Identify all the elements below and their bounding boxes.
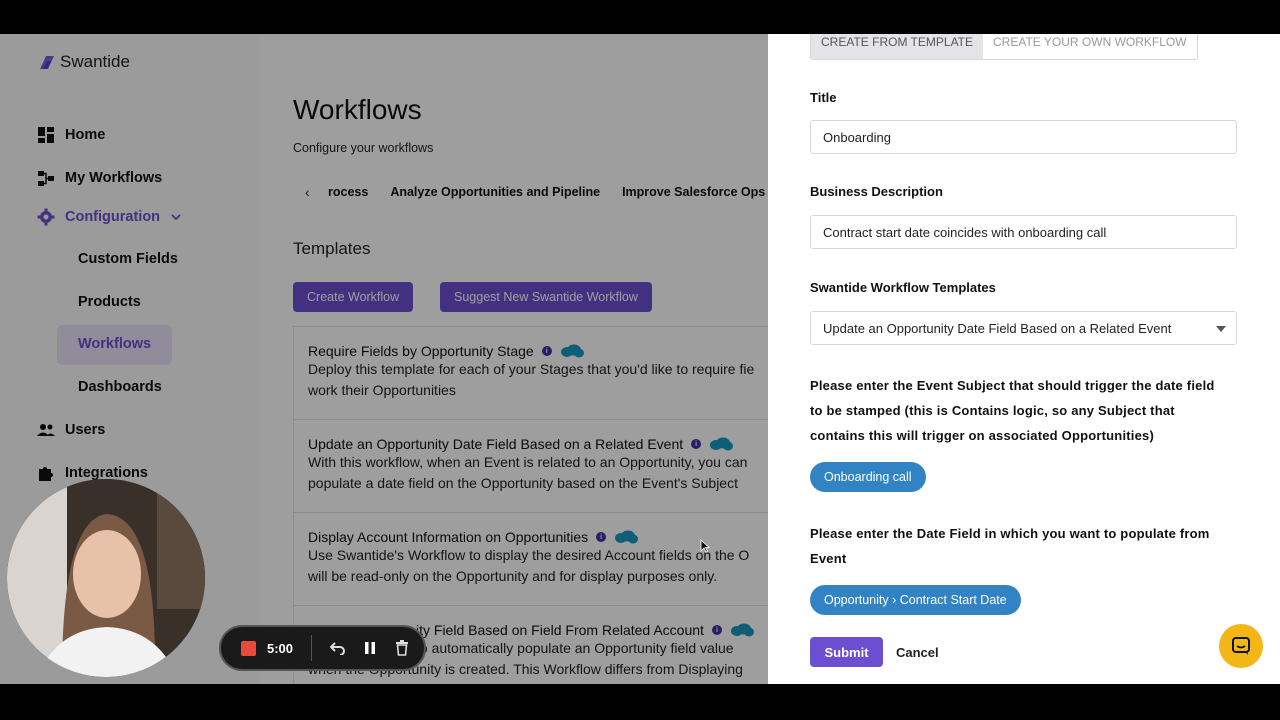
- pause-icon[interactable]: [354, 638, 386, 658]
- tab-create-from-template[interactable]: CREATE FROM TEMPLATE: [811, 34, 984, 59]
- divider: [311, 635, 312, 661]
- business-description-value: Contract start date coincides with onboa…: [823, 224, 1107, 240]
- undo-icon[interactable]: [322, 638, 354, 658]
- presenter-video: [7, 479, 205, 677]
- chat-bubble-icon: [1232, 637, 1250, 655]
- cancel-button[interactable]: Cancel: [896, 645, 939, 660]
- dropdown-arrow-icon: [1216, 326, 1226, 332]
- title-input-value: Onboarding: [823, 129, 891, 145]
- event-subject-chip[interactable]: Onboarding call: [810, 462, 926, 492]
- tab-create-your-own[interactable]: CREATE YOUR OWN WORKFLOW: [983, 34, 1197, 59]
- title-label: Title: [810, 90, 837, 105]
- recording-timer: 5:00: [267, 640, 294, 656]
- webcam-bubble[interactable]: [7, 479, 205, 677]
- letterbox-bottom: [0, 684, 1280, 720]
- date-field-prompt: Please enter the Date Field in which you…: [810, 526, 1210, 566]
- title-input[interactable]: Onboarding: [810, 120, 1237, 154]
- letterbox-top: [0, 0, 1280, 34]
- workflow-templates-label: Swantide Workflow Templates: [810, 280, 996, 295]
- workflow-template-select[interactable]: Update an Opportunity Date Field Based o…: [810, 311, 1237, 345]
- mouse-cursor-icon: [700, 539, 710, 553]
- record-stop-icon[interactable]: [241, 640, 256, 656]
- business-description-input[interactable]: Contract start date coincides with onboa…: [810, 215, 1237, 249]
- business-description-label: Business Description: [810, 184, 943, 199]
- date-field-chip[interactable]: Opportunity › Contract Start Date: [810, 585, 1021, 615]
- workflow-template-value: Update an Opportunity Date Field Based o…: [823, 320, 1172, 336]
- screen-frame: Swantide Home My Workflows Configuration…: [0, 34, 1280, 684]
- submit-button[interactable]: Submit: [810, 637, 883, 667]
- chat-support-button[interactable]: [1219, 624, 1263, 668]
- mode-tabs: CREATE FROM TEMPLATE CREATE YOUR OWN WOR…: [810, 34, 1198, 60]
- create-workflow-drawer: CREATE FROM TEMPLATE CREATE YOUR OWN WOR…: [768, 34, 1280, 684]
- recording-controls: 5:00: [219, 625, 426, 671]
- trash-icon[interactable]: [386, 638, 418, 658]
- event-subject-prompt: Please enter the Event Subject that shou…: [810, 378, 1215, 443]
